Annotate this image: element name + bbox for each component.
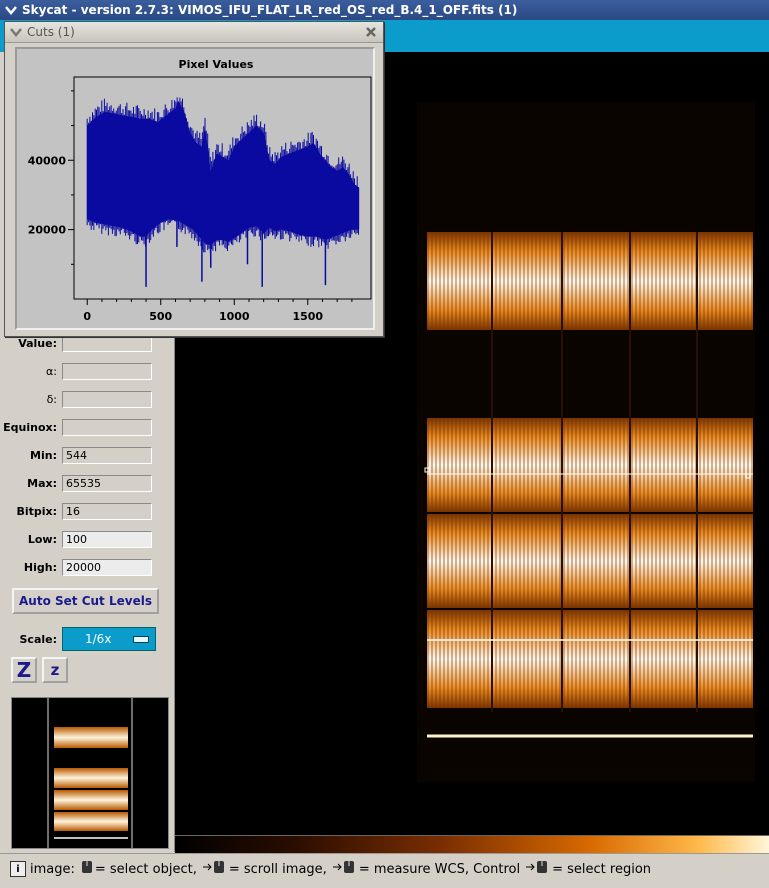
status-prefix: image: [30,861,75,877]
status-scroll-image: = scroll image, [228,861,327,877]
cuts-dialog-titlebar[interactable]: Cuts (1) [5,22,383,43]
field-label: Low: [27,532,57,546]
field-label: Min: [30,448,57,462]
zoom-out-button[interactable]: z [42,657,68,683]
window-title: Skycat - version 2.7.3: VIMOS_IFU_FLAT_L… [22,3,518,17]
pixel-values-plot-frame: Pixel Values 0 500 1000 1500 20000 40000 [15,47,375,330]
high-input[interactable]: 20000 [62,558,152,576]
status-measure-wcs: = measure WCS, Control [358,861,521,877]
pan-thumbnail[interactable] [11,697,169,849]
status-bar: i image: = select object, = scroll image… [0,853,769,884]
delta-field[interactable] [62,390,152,408]
dialog-menu-chevron-icon[interactable] [5,27,27,37]
x-tick-label: 1500 [292,310,323,323]
field-low: Low: 100 [0,529,174,549]
field-label: Value: [18,336,57,350]
scale-row: Scale: 1/6x [0,626,174,652]
thumbnail-image [12,698,168,848]
field-label: High: [23,560,57,574]
zoom-in-label: Z [16,658,32,682]
y-tick-label: 40000 [28,154,67,167]
equinox-field[interactable] [62,418,152,436]
min-field[interactable]: 544 [62,446,152,464]
value-field[interactable] [62,334,152,352]
pixel-values-chart[interactable]: Pixel Values 0 500 1000 1500 20000 40000 [17,49,373,328]
close-icon[interactable] [362,25,380,39]
scale-select[interactable]: 1/6x [62,627,156,651]
scale-value: 1/6x [85,632,112,646]
x-tick-label: 0 [83,310,91,323]
scale-label: Scale: [19,632,58,646]
dropdown-icon [133,635,149,643]
chart-title: Pixel Values [179,58,254,71]
arrow-mouse-icon [526,860,550,878]
field-label: Equinox: [3,420,57,434]
window-menu-chevron-icon[interactable] [0,0,22,20]
field-alpha: α: [0,361,174,381]
field-high: High: 20000 [0,557,174,577]
field-label: α: [46,364,57,378]
y-tick-label: 20000 [28,224,67,237]
field-label: Max: [27,476,57,490]
arrow-mouse-icon [202,860,227,878]
field-delta: δ: [0,389,174,409]
mouse-button-icon [81,860,93,878]
field-equinox: Equinox: [0,417,174,437]
x-tick-label: 500 [149,310,172,323]
colormap-bar[interactable] [175,835,769,853]
low-input[interactable]: 100 [62,530,152,548]
field-label: Bitpix: [16,504,57,518]
bitpix-field[interactable]: 16 [62,502,152,520]
cuts-dialog[interactable]: Cuts (1) Pixel Values 0 500 1000 1500 20000… [4,21,384,337]
field-max: Max: 65535 [0,473,174,493]
auto-set-cut-levels-button[interactable]: Auto Set Cut Levels [12,588,159,614]
window-titlebar[interactable]: Skycat - version 2.7.3: VIMOS_IFU_FLAT_L… [0,0,769,20]
alpha-field[interactable] [62,362,152,380]
status-select-object: = select object, [94,861,197,877]
field-label: δ: [46,392,57,406]
zoom-in-button[interactable]: Z [11,657,37,683]
status-select-region: = select region [552,861,652,877]
zoom-out-label: z [50,661,60,679]
x-tick-label: 1000 [219,310,250,323]
info-icon: i [10,861,26,877]
max-field[interactable]: 65535 [62,474,152,492]
cuts-dialog-title: Cuts (1) [27,25,75,39]
field-bitpix: Bitpix: 16 [0,501,174,521]
arrow-mouse-icon [332,860,357,878]
field-min: Min: 544 [0,445,174,465]
